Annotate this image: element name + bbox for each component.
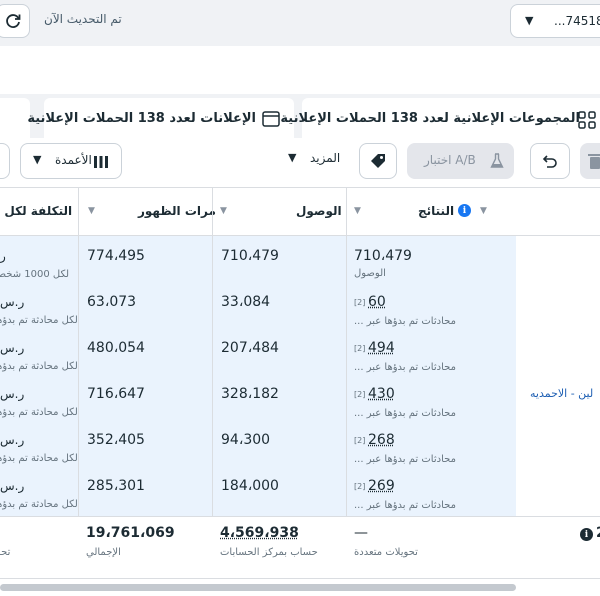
results-type: الوصول xyxy=(354,268,386,279)
sort-caret-icon[interactable]: ▼ xyxy=(480,206,487,216)
cost-value: ر.س xyxy=(0,295,24,309)
totals-row: i 2 — تحويلات متعددة 4،569،938 حساب بمرك… xyxy=(0,516,600,578)
impressions-value: 716،647 xyxy=(87,386,145,402)
results-value[interactable]: 269 xyxy=(368,478,395,494)
cost-value: ر xyxy=(0,249,6,263)
total-results: — xyxy=(354,525,368,541)
total-results-label: تحويلات متعددة xyxy=(354,547,418,558)
impressions-value: 63،073 xyxy=(87,294,136,310)
toolbar-button-partial[interactable] xyxy=(0,143,10,179)
impressions-value: 285،301 xyxy=(87,478,145,494)
more-label: المزيد xyxy=(310,151,340,165)
table-header-row: ▼ i النتائج ▼ الوصول ▼ مرات الظهور ▼ الت… xyxy=(0,188,600,236)
undo-button[interactable] xyxy=(530,143,570,179)
column-header-impressions[interactable]: مرات الظهور xyxy=(138,204,216,218)
info-icon[interactable]: i xyxy=(580,528,593,541)
level-tabs: الإعلانات لعدد 138 الحملات الإعلانية الم… xyxy=(0,94,600,138)
total-reach-label: حساب بمركز الحسابات xyxy=(220,547,318,558)
results-value[interactable]: 430 xyxy=(368,386,395,402)
tabs-area: الإعلانات لعدد 138 الحملات الإعلانية الم… xyxy=(0,46,600,138)
cost-value: ر.س xyxy=(0,433,24,447)
trash-icon xyxy=(587,152,600,170)
scrollbar-thumb[interactable] xyxy=(0,584,516,591)
cost-type: لكل 1000 شخص xyxy=(0,269,69,280)
chevron-down-icon: ▼ xyxy=(33,153,41,166)
column-header-cost-per-result[interactable]: التكلفة لكل نتيجة xyxy=(0,204,72,218)
columns-button[interactable]: ▼ الأعمدة xyxy=(20,143,122,179)
impressions-value: 774،495 xyxy=(87,248,145,264)
delete-button[interactable] xyxy=(580,143,600,179)
total-impressions-label: الإجمالي xyxy=(86,547,121,558)
totals-name-fragment: 2 xyxy=(596,525,600,541)
sort-caret-icon[interactable]: ▼ xyxy=(354,206,361,216)
reach-value: 207،484 xyxy=(221,340,279,356)
results-footnote: [2] xyxy=(354,344,365,353)
cost-value: ر.س xyxy=(0,341,24,355)
horizontal-scrollbar[interactable] xyxy=(0,578,600,596)
last-updated-text: تم التحديث الآن xyxy=(44,12,122,26)
results-value[interactable]: 60 xyxy=(368,294,386,310)
column-header-reach[interactable]: الوصول xyxy=(296,204,342,218)
total-reach[interactable]: 4،569،938 xyxy=(220,525,299,541)
total-impressions: 19،761،069 xyxy=(86,525,175,541)
cost-type: لكل محادثة تم بدؤها xyxy=(0,499,78,510)
ad-frame-icon xyxy=(262,111,280,127)
table-toolbar: ▼ الأعمدة ▼ المزيد اختبار A/B xyxy=(0,138,600,188)
results-type: محادثات تم بدؤها عبر ... xyxy=(354,408,456,419)
cost-type: لكل محادثة تم بدؤها xyxy=(0,361,78,372)
ad-account-id: ...74518 xyxy=(554,14,600,28)
impressions-value: 352،405 xyxy=(87,432,145,448)
tab-ads-label: الإعلانات لعدد 138 الحملات الإعلانية xyxy=(27,111,256,126)
chevron-down-icon: ▼ xyxy=(288,151,296,164)
refresh-icon xyxy=(4,12,22,30)
sort-caret-icon[interactable]: ▼ xyxy=(88,206,95,216)
tab-ads[interactable]: الإعلانات لعدد 138 الحملات الإعلانية xyxy=(44,98,294,138)
tab-campaigns-partial[interactable] xyxy=(0,98,30,138)
cost-type: لكل محادثة تم بدؤها xyxy=(0,453,78,464)
tag-icon xyxy=(369,152,387,170)
undo-icon xyxy=(541,152,559,170)
results-value[interactable]: 494 xyxy=(368,340,395,356)
results-value: 710،479 xyxy=(354,248,412,264)
refresh-button[interactable] xyxy=(0,4,30,38)
results-type: محادثات تم بدؤها عبر ... xyxy=(354,500,456,511)
more-button[interactable]: ▼ المزيد xyxy=(278,147,348,173)
reach-value: 328،182 xyxy=(221,386,279,402)
results-type: محادثات تم بدؤها عبر ... xyxy=(354,362,456,373)
tab-ad-sets[interactable]: المجموعات الإعلانية لعدد 138 الحملات الإ… xyxy=(302,98,600,138)
columns-icon xyxy=(93,155,109,169)
grid-icon xyxy=(578,111,596,129)
impressions-value: 480،054 xyxy=(87,340,145,356)
tab-ad-sets-label: المجموعات الإعلانية لعدد 138 الحملات الإ… xyxy=(280,111,580,126)
ab-test-label: اختبار A/B xyxy=(424,153,476,167)
ad-set-name-link[interactable]: لين - الاحمديه xyxy=(530,387,593,400)
results-type: محادثات تم بدؤها عبر ... xyxy=(354,316,456,327)
beaker-icon xyxy=(490,153,504,169)
tag-button[interactable] xyxy=(359,143,397,179)
reach-value: 710،479 xyxy=(221,248,279,264)
sort-caret-icon[interactable]: ▼ xyxy=(220,206,227,216)
top-bar: تم التحديث الآن ▼ ...74518 xyxy=(0,0,600,46)
results-footnote: [2] xyxy=(354,298,365,307)
cost-value: ر.س xyxy=(0,479,24,493)
ab-test-button[interactable]: اختبار A/B xyxy=(407,143,514,179)
data-table: ▼ i النتائج ▼ الوصول ▼ مرات الظهور ▼ الت… xyxy=(0,188,600,578)
ad-account-selector[interactable]: ▼ ...74518 xyxy=(510,4,600,38)
cost-value: ر.س xyxy=(0,387,24,401)
results-footnote: [2] xyxy=(354,482,365,491)
results-footnote: [2] xyxy=(354,390,365,399)
reach-value: 94،300 xyxy=(221,432,270,448)
cost-type: لكل محادثة تم بدؤها xyxy=(0,315,78,326)
reach-value: 33،084 xyxy=(221,294,270,310)
results-type: محادثات تم بدؤها عبر ... xyxy=(354,454,456,465)
info-icon[interactable]: i xyxy=(458,204,471,217)
results-value[interactable]: 268 xyxy=(368,432,395,448)
reach-value: 184،000 xyxy=(221,478,279,494)
columns-label: الأعمدة xyxy=(55,153,92,167)
total-cost-label: تحو xyxy=(0,547,10,558)
column-header-results[interactable]: النتائج xyxy=(418,204,454,218)
results-footnote: [2] xyxy=(354,436,365,445)
cost-type: لكل محادثة تم بدؤها xyxy=(0,407,78,418)
chevron-down-icon: ▼ xyxy=(525,14,533,27)
